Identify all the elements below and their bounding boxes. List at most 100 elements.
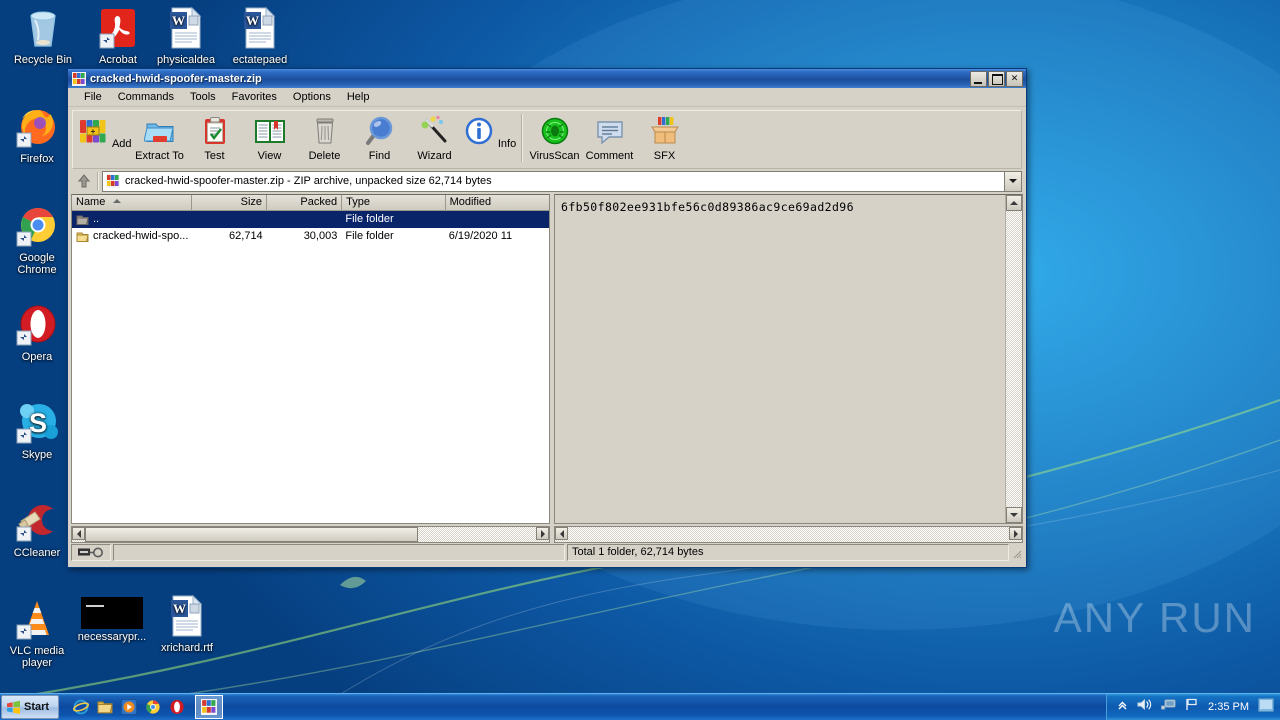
flag-icon[interactable] <box>1185 698 1199 716</box>
file-list-horizontal-scrollbar[interactable] <box>71 526 550 543</box>
toolbar-button-comment[interactable]: Comment <box>582 114 637 162</box>
word-document-icon: W <box>236 4 284 52</box>
clock[interactable]: 2:35 PM <box>1208 701 1249 713</box>
desktop-icon-necessarypr[interactable]: necessarypr... <box>75 595 149 644</box>
toolbar-label: Delete <box>308 150 341 162</box>
desktop-icon-label: ectatepaed <box>232 54 288 66</box>
scroll-down-button[interactable] <box>1006 507 1022 523</box>
extract-folder-icon <box>142 123 176 150</box>
toolbar-button-info[interactable]: Info <box>462 114 517 150</box>
toolbar-button-view[interactable]: View <box>242 114 297 162</box>
scroll-right-button[interactable] <box>1009 527 1022 540</box>
system-tray: 2:35 PM <box>1106 694 1280 720</box>
file-list-header: Name Size Packed Type Modified <box>72 195 549 211</box>
desktop-icon-firefox[interactable]: Firefox <box>0 103 74 166</box>
archive-key-icon[interactable] <box>71 544 111 561</box>
column-header-modified[interactable]: Modified <box>445 195 549 210</box>
up-one-level-button[interactable] <box>72 171 96 191</box>
taskbar-task-winrar[interactable] <box>195 695 224 719</box>
menu-item-help[interactable]: Help <box>339 90 378 104</box>
desktop-icon-recycle-bin[interactable]: Recycle Bin <box>6 4 80 67</box>
archive-path-combo[interactable]: cracked-hwid-spoofer-master.zip - ZIP ar… <box>102 170 1004 192</box>
virusscan-bug-icon <box>539 117 571 150</box>
minimize-button[interactable] <box>970 71 987 87</box>
toolbar-label: VirusScan <box>529 150 580 162</box>
start-label: Start <box>24 701 50 713</box>
menu-item-favorites[interactable]: Favorites <box>224 90 285 104</box>
desktop-icon-ccleaner[interactable]: CCleaner <box>0 497 74 560</box>
vlc-icon <box>13 595 61 643</box>
window-titlebar[interactable]: cracked-hwid-spoofer-master.zip ✕ <box>68 69 1026 88</box>
toolbar-button-find[interactable]: Find <box>352 114 407 162</box>
maximize-button[interactable] <box>988 71 1005 87</box>
toolbar-label: Wizard <box>417 150 452 162</box>
network-icon[interactable] <box>1161 698 1176 716</box>
column-header-packed[interactable]: Packed <box>267 195 343 210</box>
winrar-icon <box>106 174 120 188</box>
svg-text:W: W <box>173 601 186 616</box>
desktop-icon-label: Firefox <box>20 153 54 165</box>
adobe-acrobat-icon <box>94 4 142 52</box>
chevron-up-icon[interactable] <box>1117 698 1128 716</box>
comment-horizontal-scrollbar[interactable] <box>554 526 1023 543</box>
internet-explorer-icon[interactable] <box>73 699 90 715</box>
scroll-up-button[interactable] <box>1006 195 1022 211</box>
chrome-icon[interactable] <box>145 699 161 715</box>
resize-grip[interactable] <box>1011 548 1023 561</box>
column-header-size[interactable]: Size <box>192 195 268 210</box>
scrollbar-thumb[interactable] <box>85 527 418 542</box>
desktop-icon-acrobat[interactable]: Acrobat <box>81 4 155 67</box>
menu-item-options[interactable]: Options <box>285 90 339 104</box>
add-archive-icon: + <box>77 120 111 150</box>
desktop-icon-label: necessarypr... <box>77 631 147 643</box>
file-name: .. <box>93 213 100 225</box>
chevron-down-icon[interactable] <box>1004 170 1022 192</box>
file-name: cracked-hwid-spo... <box>93 230 189 242</box>
menu-item-commands[interactable]: Commands <box>110 90 182 104</box>
toolbar-button-test[interactable]: Test <box>187 114 242 162</box>
media-player-icon[interactable] <box>121 699 138 715</box>
column-header-type[interactable]: Type <box>342 195 446 210</box>
show-desktop-icon[interactable] <box>1258 697 1274 717</box>
word-document-icon: W <box>162 4 210 52</box>
opera-icon <box>13 301 61 349</box>
scroll-right-button[interactable] <box>536 527 549 540</box>
table-row[interactable]: .. File folder <box>72 211 549 228</box>
window-title: cracked-hwid-spoofer-master.zip <box>90 72 262 85</box>
cell-name: cracked-hwid-spo... <box>72 228 192 245</box>
desktop-icon-label: VLC media player <box>9 645 65 669</box>
desktop-icon-physicaldea[interactable]: W physicaldea <box>149 4 223 67</box>
opera-icon[interactable] <box>169 699 185 715</box>
desktop-icon-google-chrome[interactable]: Google Chrome <box>0 202 74 276</box>
menu-item-tools[interactable]: Tools <box>182 90 224 104</box>
toolbar-button-extract-to[interactable]: Extract To <box>132 114 187 162</box>
table-row[interactable]: cracked-hwid-spo... 62,714 30,003 File f… <box>72 228 549 245</box>
column-header-name[interactable]: Name <box>72 195 192 210</box>
desktop-icon-ectatepaed[interactable]: W ectatepaed <box>223 4 297 67</box>
address-bar: cracked-hwid-spoofer-master.zip - ZIP ar… <box>68 170 1026 194</box>
desktop-icon-skype[interactable]: S Skype <box>0 399 74 462</box>
desktop-icon-label: CCleaner <box>13 547 61 559</box>
scroll-left-button[interactable] <box>555 527 568 540</box>
toolbar-label: Add <box>111 138 132 150</box>
toolbar-button-delete[interactable]: Delete <box>297 114 352 162</box>
toolbar-button-sfx[interactable]: SFX <box>637 114 692 162</box>
close-button[interactable]: ✕ <box>1006 71 1023 87</box>
toolbar-button-wizard[interactable]: Wizard <box>407 114 462 162</box>
comment-vertical-scrollbar[interactable] <box>1005 195 1022 523</box>
desktop-icon-opera[interactable]: Opera <box>0 301 74 364</box>
desktop-icon-label: physicaldea <box>156 54 216 66</box>
column-label: Type <box>346 196 370 208</box>
desktop-icon-xrichard-rtf[interactable]: W xrichard.rtf <box>150 592 224 655</box>
desktop-icon-vlc-media-player[interactable]: VLC media player <box>0 595 74 669</box>
cell-packed: 30,003 <box>303 230 338 242</box>
scroll-left-button[interactable] <box>72 527 85 540</box>
start-button[interactable]: Start <box>1 695 60 719</box>
comment-pane: 6fb50f802ee931bfe56c0d89386ac9ce69ad2d96 <box>554 194 1023 524</box>
desktop-icon-label: Recycle Bin <box>13 54 73 66</box>
toolbar-button-add[interactable]: + Add <box>77 114 132 150</box>
menu-item-file[interactable]: File <box>76 90 110 104</box>
toolbar-button-virusscan[interactable]: VirusScan <box>527 114 582 162</box>
explorer-folder-icon[interactable] <box>97 699 113 715</box>
volume-icon[interactable] <box>1137 698 1152 716</box>
